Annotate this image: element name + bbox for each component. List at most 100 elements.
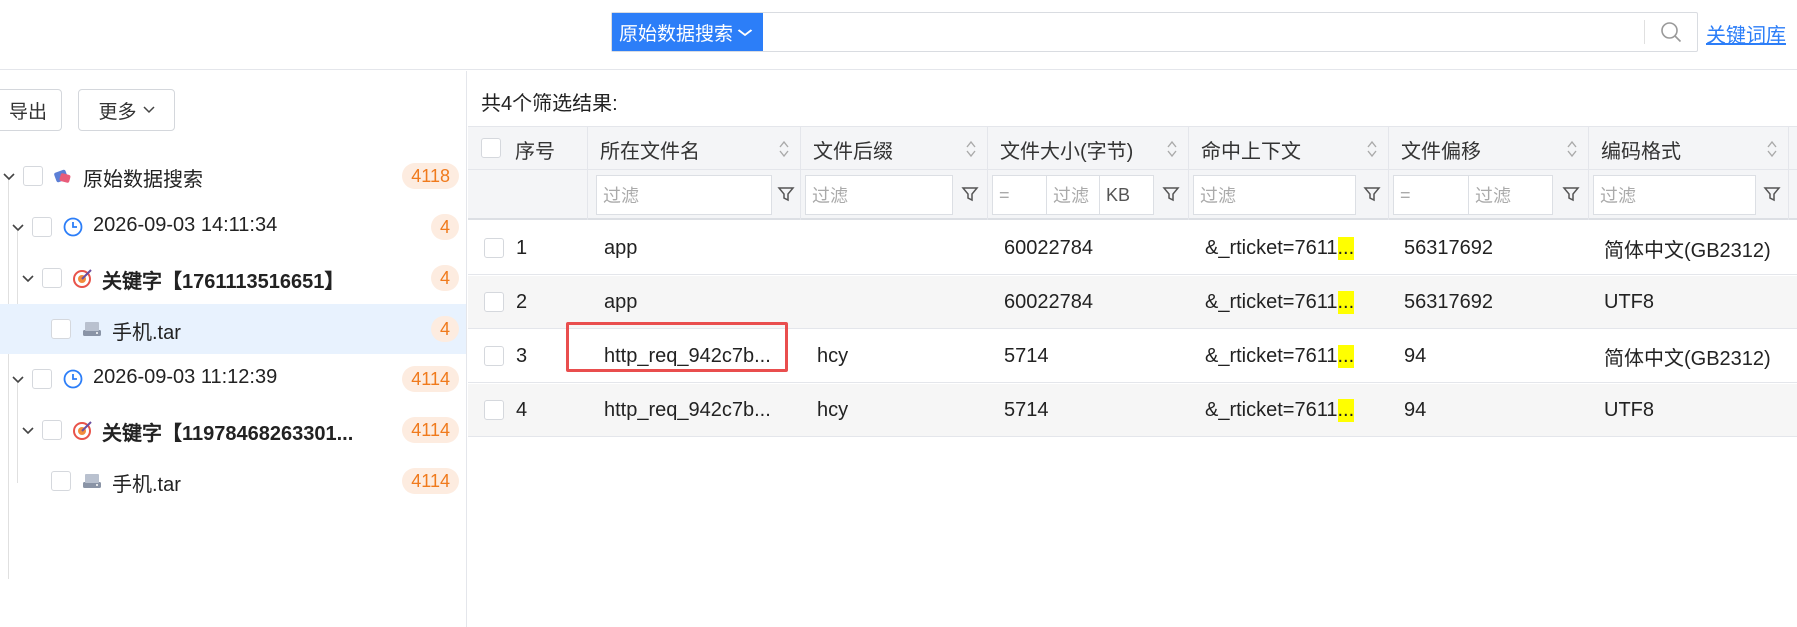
context-text: &_rticket=7611 [1205, 237, 1338, 259]
tree-checkbox[interactable] [51, 471, 71, 491]
chevron-down-icon[interactable] [22, 271, 34, 286]
tree-node-session[interactable]: 2026-09-03 11:12:39 4114 [0, 354, 466, 404]
filter-cell-suffix: 过滤 [801, 170, 988, 220]
column-header-size[interactable]: 文件大小(字节) [988, 127, 1189, 171]
column-header-index[interactable]: 序号 [468, 127, 588, 171]
sort-icon[interactable] [1566, 139, 1578, 159]
sort-icon[interactable] [965, 139, 977, 159]
sort-icon[interactable] [778, 139, 790, 159]
column-header-label: 文件大小(字节) [1000, 140, 1134, 163]
tree-node-keyword[interactable]: 关键字【1761113516651】 4 [0, 253, 466, 303]
context-text: &_rticket=7611 [1205, 291, 1338, 313]
chevron-down-icon[interactable] [12, 220, 24, 235]
filter-icon[interactable] [777, 185, 795, 203]
tree-checkbox[interactable] [32, 217, 52, 237]
tree-node-label: 关键字【11978468263301... [102, 423, 354, 445]
filter-icon[interactable] [1562, 185, 1580, 203]
table-row[interactable]: 1 app 60022784 &_rticket=7611... 5631769… [468, 222, 1797, 275]
chevron-down-icon [142, 106, 155, 114]
context-highlight: ... [1337, 291, 1355, 314]
filter-input[interactable]: 过滤 [596, 175, 772, 215]
cell-size: 60022784 [1004, 291, 1093, 313]
drive-icon [81, 470, 103, 492]
filter-icon[interactable] [1162, 185, 1180, 203]
chevron-down-icon[interactable] [3, 169, 15, 184]
cell-size: 60022784 [1004, 237, 1093, 259]
filter-icon[interactable] [1763, 185, 1781, 203]
cell-context: &_rticket=7611... [1205, 330, 1355, 383]
tree-node-keyword[interactable]: 关键字【11978468263301... 4114 [0, 405, 466, 455]
cell-index: 2 [516, 291, 528, 313]
sort-icon[interactable] [1166, 139, 1178, 159]
cell-size: 5714 [1004, 345, 1049, 367]
unit-select[interactable]: KB [1099, 175, 1154, 215]
tree-node-label: 关键字【1761113516651】 [102, 271, 345, 293]
tree-node-file[interactable]: 手机.tar 4 [0, 304, 466, 354]
tree-checkbox[interactable] [42, 268, 62, 288]
more-button[interactable]: 更多 [78, 89, 175, 131]
sort-icon[interactable] [1366, 139, 1378, 159]
export-label: 导出 [8, 101, 47, 123]
table-header: 序号 所在文件名 文件后缀 文件大小(字节) 命中上下文 文件偏移 编码格式 [468, 126, 1797, 171]
row-checkbox[interactable] [484, 238, 504, 258]
tree-node-label: 2026-09-03 14:11:34 [93, 214, 278, 236]
chevron-down-icon [737, 24, 753, 40]
context-text: &_rticket=7611 [1205, 399, 1338, 421]
tree-node-root[interactable]: 原始数据搜索 4118 [0, 151, 466, 201]
column-header-context[interactable]: 命中上下文 [1189, 127, 1389, 171]
filter-input[interactable]: 过滤 [1593, 175, 1756, 215]
column-header-encoding[interactable]: 编码格式 [1589, 127, 1789, 171]
tree-node-label: 手机.tar [112, 474, 181, 496]
filter-cell-size: = 过滤 KB [988, 170, 1189, 220]
filter-operator[interactable]: = [992, 175, 1047, 215]
tree-checkbox[interactable] [23, 166, 43, 186]
cell-suffix: hcy [817, 399, 849, 421]
count-badge: 4 [430, 265, 459, 291]
filter-icon[interactable] [961, 185, 979, 203]
tree-checkbox[interactable] [32, 369, 52, 389]
filter-input[interactable]: 过滤 [805, 175, 953, 215]
column-header-offset[interactable]: 文件偏移 [1389, 127, 1589, 171]
tree-node-file[interactable]: 手机.tar 4114 [0, 456, 466, 506]
cell-context: &_rticket=7611... [1205, 384, 1355, 437]
row-checkbox[interactable] [484, 346, 504, 366]
count-badge: 4 [430, 214, 459, 240]
result-summary: 共4个筛选结果: [481, 93, 618, 115]
column-header-label: 编码格式 [1601, 140, 1681, 163]
count-badge: 4114 [402, 366, 459, 392]
cell-encoding: UTF8 [1604, 399, 1654, 421]
filter-operator[interactable]: = [1393, 175, 1469, 215]
chevron-down-icon[interactable] [12, 372, 24, 387]
context-highlight: ... [1337, 345, 1355, 368]
sort-icon[interactable] [1766, 139, 1778, 159]
table-row[interactable]: 4 http_req_942c7b... hcy 5714 &_rticket=… [468, 384, 1797, 437]
filter-input[interactable]: 过滤 [1046, 175, 1100, 215]
cell-context: &_rticket=7611... [1205, 276, 1355, 329]
cell-filename: http_req_942c7b... [604, 399, 771, 421]
tree-checkbox[interactable] [51, 319, 71, 339]
cell-filename: app [604, 237, 638, 259]
filter-icon[interactable] [1363, 185, 1381, 203]
search-icon[interactable] [1645, 13, 1697, 51]
filter-input[interactable]: 过滤 [1193, 175, 1356, 215]
select-all-checkbox[interactable] [481, 138, 501, 158]
keyword-library-link[interactable]: 关键词库 [1706, 19, 1786, 48]
tree-checkbox[interactable] [42, 420, 62, 440]
export-button[interactable]: 导出 [0, 89, 62, 131]
chevron-down-icon[interactable] [22, 423, 34, 438]
row-checkbox[interactable] [484, 400, 504, 420]
annotation-highlight-box [566, 322, 788, 372]
search-type-label: 原始数据搜索 [619, 23, 734, 45]
tree-node-label: 原始数据搜索 [83, 169, 203, 191]
column-header-suffix[interactable]: 文件后缀 [801, 127, 988, 171]
row-checkbox[interactable] [484, 292, 504, 312]
search-input[interactable] [763, 13, 1644, 51]
cell-encoding: 简体中文(GB2312) [1604, 348, 1771, 370]
filter-input[interactable]: 过滤 [1468, 175, 1553, 215]
database-icon [52, 165, 74, 187]
search-type-dropdown[interactable]: 原始数据搜索 [612, 13, 763, 51]
tree-node-session[interactable]: 2026-09-03 14:11:34 4 [0, 202, 466, 252]
column-header-filename[interactable]: 所在文件名 [588, 127, 801, 171]
cell-index: 1 [516, 237, 528, 259]
cell-size: 5714 [1004, 399, 1049, 421]
